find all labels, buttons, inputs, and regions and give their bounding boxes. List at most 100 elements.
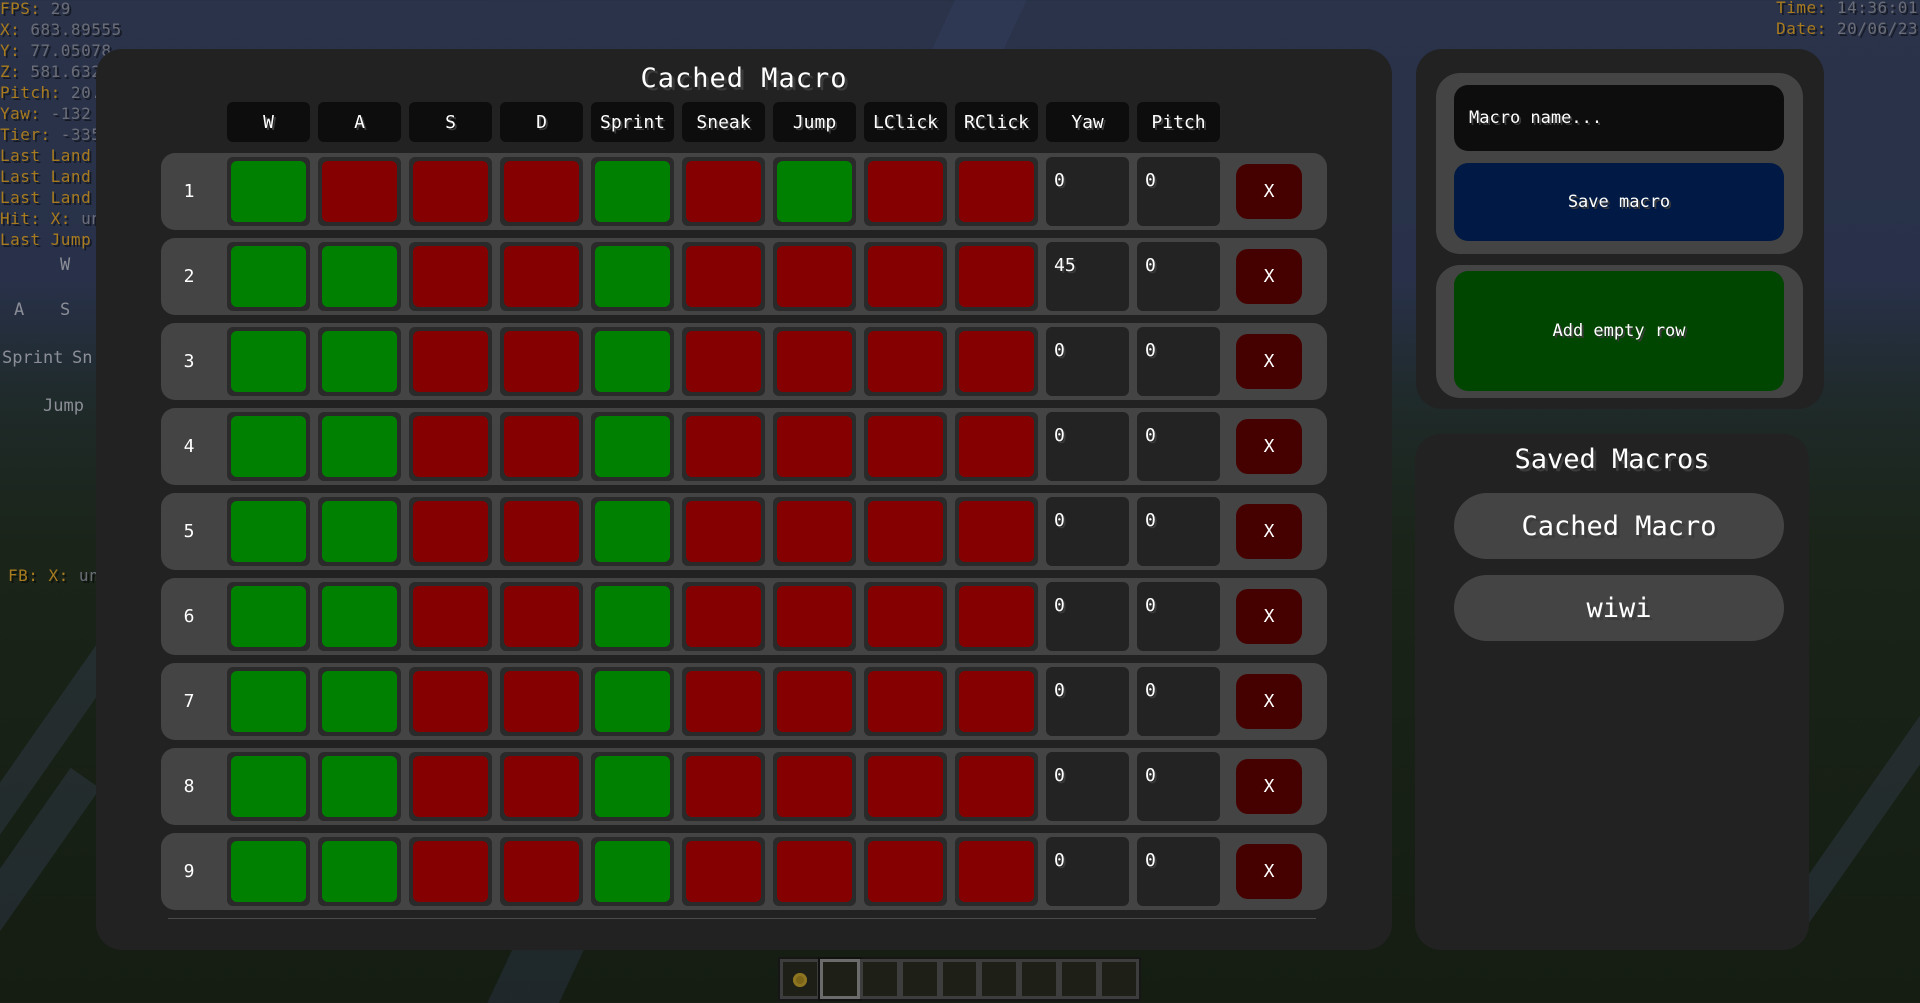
key-toggle-sneak[interactable] <box>682 157 765 226</box>
key-toggle-sneak[interactable] <box>682 412 765 481</box>
key-toggle-s[interactable] <box>409 582 492 651</box>
pitch-input[interactable]: 0 <box>1137 157 1220 226</box>
key-toggle-jump[interactable] <box>773 327 856 396</box>
key-toggle-a[interactable] <box>318 752 401 821</box>
key-toggle-jump[interactable] <box>773 412 856 481</box>
key-toggle-lclick[interactable] <box>864 157 947 226</box>
key-toggle-d[interactable] <box>500 667 583 736</box>
key-toggle-sneak[interactable] <box>682 837 765 906</box>
pitch-input[interactable]: 0 <box>1137 242 1220 311</box>
yaw-input[interactable]: 0 <box>1046 582 1129 651</box>
key-toggle-sneak[interactable] <box>682 242 765 311</box>
key-toggle-sprint[interactable] <box>591 837 674 906</box>
hotbar-slot[interactable] <box>859 959 900 999</box>
saved-macro-item[interactable]: Cached Macro <box>1454 493 1784 559</box>
key-toggle-lclick[interactable] <box>864 752 947 821</box>
key-toggle-a[interactable] <box>318 837 401 906</box>
key-toggle-sprint[interactable] <box>591 157 674 226</box>
key-toggle-d[interactable] <box>500 157 583 226</box>
key-toggle-w[interactable] <box>227 327 310 396</box>
hotbar-slot[interactable] <box>899 959 940 999</box>
delete-row-button[interactable]: X <box>1236 504 1302 559</box>
key-toggle-a[interactable] <box>318 157 401 226</box>
pitch-input[interactable]: 0 <box>1137 582 1220 651</box>
key-toggle-rclick[interactable] <box>955 497 1038 566</box>
key-toggle-rclick[interactable] <box>955 412 1038 481</box>
key-toggle-lclick[interactable] <box>864 582 947 651</box>
delete-row-button[interactable]: X <box>1236 419 1302 474</box>
pitch-input[interactable]: 0 <box>1137 752 1220 821</box>
key-toggle-jump[interactable] <box>773 752 856 821</box>
key-toggle-s[interactable] <box>409 157 492 226</box>
key-toggle-rclick[interactable] <box>955 157 1038 226</box>
key-toggle-d[interactable] <box>500 582 583 651</box>
delete-row-button[interactable]: X <box>1236 844 1302 899</box>
delete-row-button[interactable]: X <box>1236 334 1302 389</box>
key-toggle-s[interactable] <box>409 752 492 821</box>
key-toggle-a[interactable] <box>318 497 401 566</box>
yaw-input[interactable]: 0 <box>1046 157 1129 226</box>
key-toggle-sprint[interactable] <box>591 327 674 396</box>
key-toggle-sneak[interactable] <box>682 667 765 736</box>
saved-macro-item[interactable]: wiwi <box>1454 575 1784 641</box>
key-toggle-lclick[interactable] <box>864 412 947 481</box>
key-toggle-w[interactable] <box>227 497 310 566</box>
key-toggle-a[interactable] <box>318 582 401 651</box>
delete-row-button[interactable]: X <box>1236 249 1302 304</box>
hotbar-slot[interactable] <box>780 959 820 999</box>
key-toggle-sprint[interactable] <box>591 582 674 651</box>
key-toggle-rclick[interactable] <box>955 752 1038 821</box>
key-toggle-s[interactable] <box>409 242 492 311</box>
key-toggle-d[interactable] <box>500 837 583 906</box>
yaw-input[interactable]: 0 <box>1046 837 1129 906</box>
key-toggle-jump[interactable] <box>773 582 856 651</box>
key-toggle-sneak[interactable] <box>682 497 765 566</box>
yaw-input[interactable]: 0 <box>1046 497 1129 566</box>
hotbar-slot[interactable] <box>1059 959 1100 999</box>
key-toggle-lclick[interactable] <box>864 497 947 566</box>
hotbar-slot[interactable] <box>817 957 862 1001</box>
key-toggle-jump[interactable] <box>773 497 856 566</box>
key-toggle-w[interactable] <box>227 837 310 906</box>
key-toggle-a[interactable] <box>318 327 401 396</box>
yaw-input[interactable]: 0 <box>1046 327 1129 396</box>
delete-row-button[interactable]: X <box>1236 164 1302 219</box>
key-toggle-sneak[interactable] <box>682 752 765 821</box>
pitch-input[interactable]: 0 <box>1137 837 1220 906</box>
key-toggle-jump[interactable] <box>773 667 856 736</box>
key-toggle-d[interactable] <box>500 327 583 396</box>
key-toggle-a[interactable] <box>318 242 401 311</box>
hotbar-slot[interactable] <box>1019 959 1060 999</box>
key-toggle-sneak[interactable] <box>682 582 765 651</box>
pitch-input[interactable]: 0 <box>1137 327 1220 396</box>
key-toggle-jump[interactable] <box>773 157 856 226</box>
key-toggle-sprint[interactable] <box>591 752 674 821</box>
yaw-input[interactable]: 0 <box>1046 412 1129 481</box>
delete-row-button[interactable]: X <box>1236 759 1302 814</box>
pitch-input[interactable]: 0 <box>1137 412 1220 481</box>
key-toggle-d[interactable] <box>500 497 583 566</box>
key-toggle-sprint[interactable] <box>591 242 674 311</box>
key-toggle-jump[interactable] <box>773 242 856 311</box>
key-toggle-rclick[interactable] <box>955 242 1038 311</box>
key-toggle-lclick[interactable] <box>864 837 947 906</box>
key-toggle-d[interactable] <box>500 752 583 821</box>
key-toggle-d[interactable] <box>500 242 583 311</box>
yaw-input[interactable]: 45 <box>1046 242 1129 311</box>
key-toggle-a[interactable] <box>318 412 401 481</box>
key-toggle-w[interactable] <box>227 582 310 651</box>
yaw-input[interactable]: 0 <box>1046 667 1129 736</box>
pitch-input[interactable]: 0 <box>1137 667 1220 736</box>
key-toggle-w[interactable] <box>227 412 310 481</box>
key-toggle-rclick[interactable] <box>955 667 1038 736</box>
key-toggle-s[interactable] <box>409 667 492 736</box>
key-toggle-sneak[interactable] <box>682 327 765 396</box>
key-toggle-rclick[interactable] <box>955 582 1038 651</box>
key-toggle-s[interactable] <box>409 327 492 396</box>
key-toggle-sprint[interactable] <box>591 412 674 481</box>
key-toggle-sprint[interactable] <box>591 497 674 566</box>
key-toggle-w[interactable] <box>227 752 310 821</box>
hotbar-slot[interactable] <box>1099 959 1140 999</box>
key-toggle-w[interactable] <box>227 667 310 736</box>
delete-row-button[interactable]: X <box>1236 589 1302 644</box>
